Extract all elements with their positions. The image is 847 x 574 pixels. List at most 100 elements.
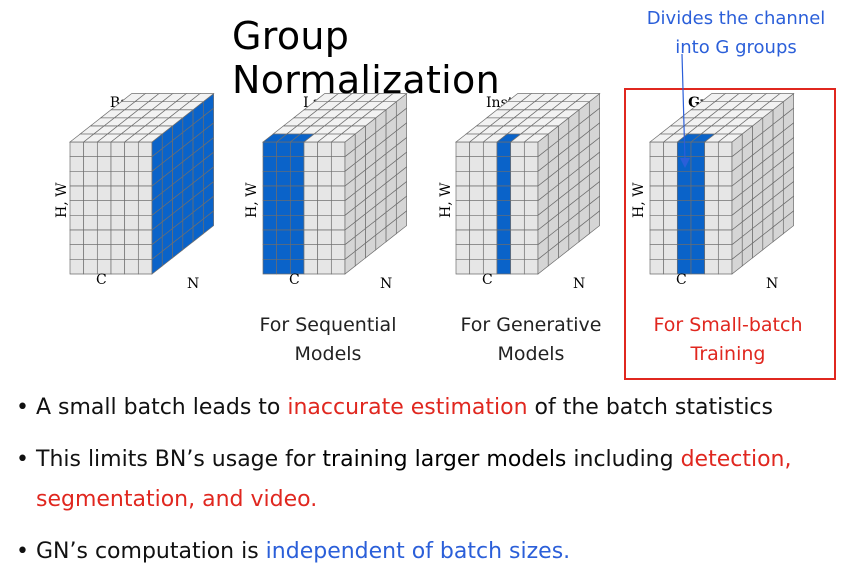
cube-cell [96, 244, 112, 260]
cube-cell [469, 229, 484, 246]
cube-cell [317, 170, 332, 187]
cube-cell [69, 214, 85, 231]
cube-cell [262, 200, 278, 216]
cube-cell [717, 229, 733, 246]
cube-cell [276, 156, 291, 172]
cube-cell [83, 170, 98, 187]
cube-cell [717, 156, 733, 172]
cube-cell [124, 185, 139, 202]
cube-cell [704, 244, 719, 260]
cube-cell [137, 170, 153, 187]
cube-cell [690, 244, 706, 260]
cube-cell [110, 185, 126, 202]
cube-cell [289, 200, 305, 216]
cube-cell [69, 200, 85, 216]
cube-cell [663, 156, 678, 172]
cube-cell [663, 229, 678, 246]
cube-cell [663, 244, 678, 260]
cube-cell [663, 185, 678, 202]
cube-cell [717, 141, 733, 158]
cube-cell [523, 244, 539, 260]
cube-cell [289, 141, 305, 158]
cube-cell [455, 141, 471, 158]
cube-cell [496, 229, 512, 246]
cube-cell [110, 229, 126, 246]
cube-cell [83, 185, 98, 202]
cube-cell [649, 258, 665, 275]
cube-cell [704, 214, 719, 231]
bullet-text: A small batch leads to [36, 395, 288, 420]
caption-instance-norm: For Generative Models [446, 311, 616, 369]
cube-cell [649, 244, 665, 260]
cube-cell [510, 229, 525, 246]
cube-cell [83, 200, 98, 216]
bullet-item: • GN’s computation is independent of bat… [14, 532, 844, 572]
cube-cell [110, 258, 126, 275]
cube-cell [83, 214, 98, 231]
cube-cell [717, 214, 733, 231]
cube-cell [124, 170, 139, 187]
cube-cell [469, 244, 484, 260]
cube-cell [649, 141, 665, 158]
cube-cell [676, 214, 692, 231]
cube-cell [276, 214, 291, 231]
bullet-highlight: segmentation, and video. [36, 487, 318, 512]
cube-cell [704, 229, 719, 246]
cube-cell [289, 214, 305, 231]
bullet-item: • A small batch leads to inaccurate esti… [14, 388, 844, 428]
cube-cell [649, 229, 665, 246]
cube-cell [482, 229, 498, 246]
cube-cell [69, 185, 85, 202]
cube-cell [649, 185, 665, 202]
cube-cell [717, 258, 733, 275]
cube-cell [289, 244, 305, 260]
cube-cell [482, 200, 498, 216]
cube-cell [649, 200, 665, 216]
cube-cell [690, 170, 706, 187]
cube-cell [124, 214, 139, 231]
cube-cell [330, 185, 346, 202]
cube-cell [110, 170, 126, 187]
bullet-text: of the batch statistics [527, 395, 773, 420]
cube-cell [83, 229, 98, 246]
cube-cell [262, 170, 278, 187]
caption-line-2: Models [294, 343, 362, 365]
cube-cell [83, 156, 98, 172]
cube-cell [276, 200, 291, 216]
cube-cell [69, 141, 85, 158]
cube-cell [303, 200, 319, 216]
cube-cell [482, 156, 498, 172]
cube-cell [663, 200, 678, 216]
cube-cell [663, 214, 678, 231]
cube-cell [137, 229, 153, 246]
cube-cell [690, 141, 706, 158]
cube-cell [649, 214, 665, 231]
cube-cell [262, 214, 278, 231]
cube-cell [690, 185, 706, 202]
cube-cell [276, 141, 291, 158]
axis-n-label: N [187, 276, 200, 292]
caption-line-2: Models [497, 343, 565, 365]
cube-cell [482, 185, 498, 202]
cube-cell [510, 258, 525, 275]
cube-cell [510, 185, 525, 202]
cube-cell [676, 244, 692, 260]
cube-cell [663, 170, 678, 187]
cube-cell [124, 244, 139, 260]
cube-cell [663, 141, 678, 158]
cube-cell [303, 141, 319, 158]
cube-cell [137, 214, 153, 231]
cube-cell [510, 170, 525, 187]
cube-cell [496, 200, 512, 216]
cube-cell [330, 258, 346, 275]
cube-cell [510, 141, 525, 158]
axis-hw-label: H, W [631, 182, 647, 219]
cube-cell [455, 244, 471, 260]
cube-cell [69, 258, 85, 275]
cube-cell [523, 185, 539, 202]
cube-cell [317, 185, 332, 202]
cube-cell [317, 229, 332, 246]
bullet-text: This limits BN’s usage for [36, 447, 323, 472]
cube-cell [69, 244, 85, 260]
bullet-list: • A small batch leads to inaccurate esti… [14, 388, 844, 572]
